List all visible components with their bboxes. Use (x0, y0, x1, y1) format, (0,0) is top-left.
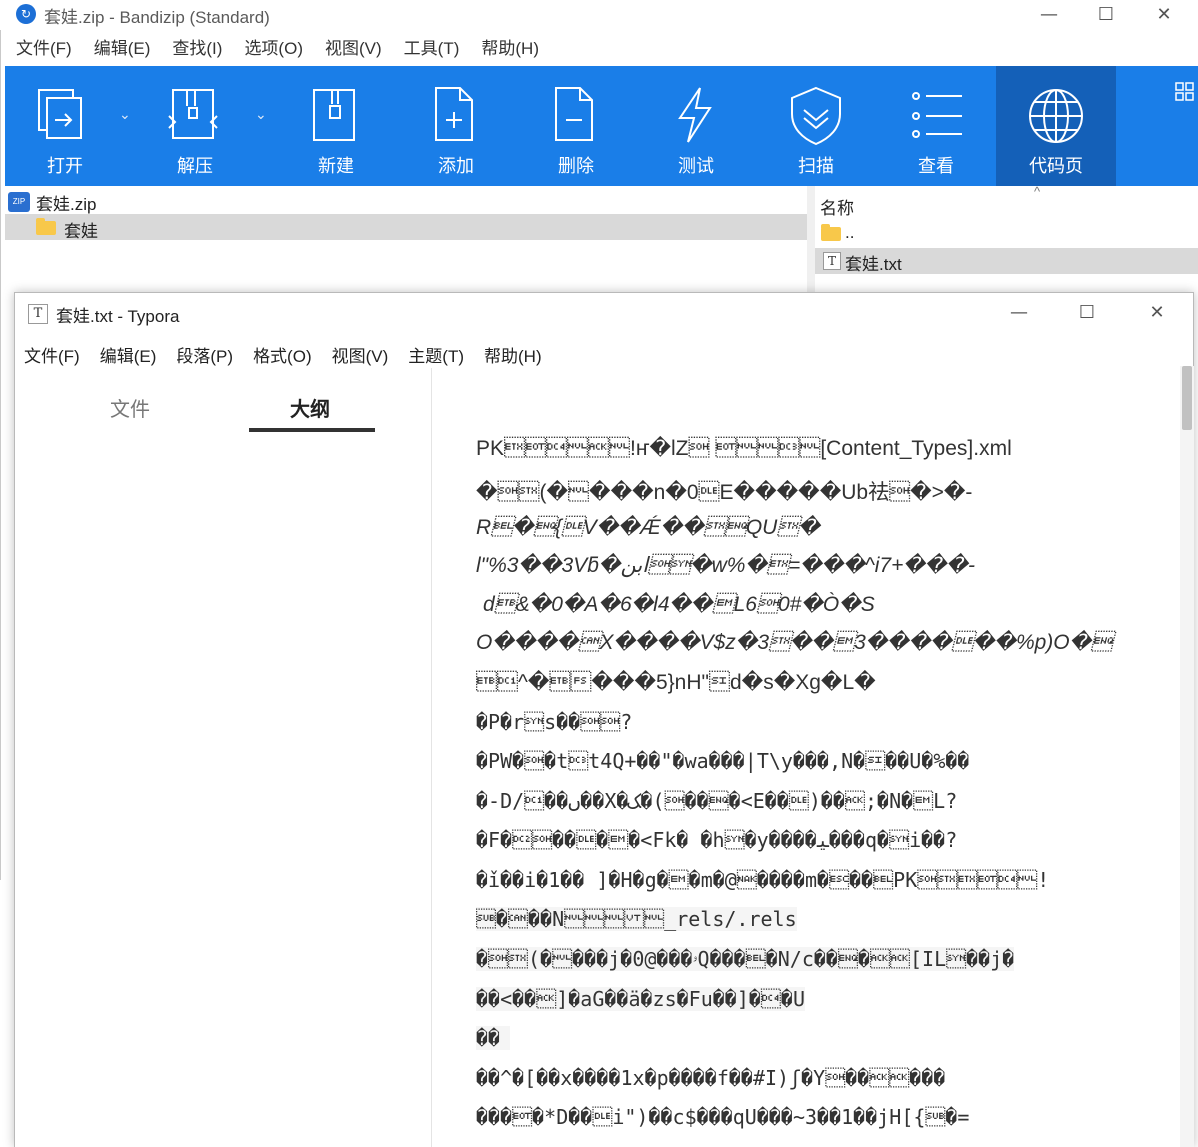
content-line: �ǐ��i�1�� ]�H�g��m�@����m���PK … (476, 868, 1050, 892)
ty-menu-paragraph[interactable]: 段落(P) (176, 342, 233, 367)
bz-menu-options[interactable]: 选项(O) (244, 34, 303, 59)
list-parent-folder-item[interactable]: .. (845, 223, 854, 243)
tree-folder-row[interactable] (5, 214, 807, 240)
toolbar-add-button[interactable]: 添加 (396, 66, 516, 186)
open-dropdown-chevron-icon[interactable]: ⌄ (119, 106, 131, 123)
content-line: �F�����<Fk� �h�y����ﯿ���q�i��? (476, 828, 958, 852)
content-line: d&�0�A�6�l4��L60#�Ò�S (483, 593, 875, 616)
shield-icon (791, 86, 841, 146)
content-line: �P�rs��? (476, 710, 633, 734)
ty-menu-file[interactable]: 文件(F) (24, 342, 80, 367)
toolbar-new-button[interactable]: 新建 (276, 66, 396, 186)
toolbar-view-label: 查看 (918, 156, 954, 176)
toolbar-view-button[interactable]: 查看 (876, 66, 996, 186)
content-line: ^� ���5}nH"d�s�Xg�L� (476, 671, 876, 694)
bz-menu-find[interactable]: 查找(I) (172, 34, 222, 59)
ty-menu-help[interactable]: 帮助(H) (484, 342, 542, 367)
content-line: �PW��tt4Q+��"�wa���|T\y���,N���U�%�� (476, 749, 970, 773)
bandizip-maximize-button[interactable]: ☐ (1077, 0, 1135, 30)
add-file-icon (435, 87, 473, 141)
content-line: ��<��]�aG��ä�zs�Fu��]��U (476, 987, 805, 1011)
sort-ascending-icon: ^ (1034, 184, 1041, 199)
content-line: ���N     _rels/.rels (476, 907, 797, 931)
bz-menu-tools[interactable]: 工具(T) (404, 34, 460, 59)
bz-menu-edit[interactable]: 编辑(E) (94, 34, 151, 59)
toolbar-test-label: 测试 (678, 156, 714, 176)
toolbar-open-label: 打开 (47, 156, 83, 176)
content-line: O����X����V$z�3��3������%p)O� (476, 631, 1113, 654)
editor-scrollbar-track[interactable] (1180, 366, 1194, 1147)
new-archive-icon (313, 89, 355, 141)
typora-minimize-button[interactable]: — (990, 298, 1048, 328)
delete-file-icon (555, 87, 593, 141)
lightning-icon (678, 87, 712, 143)
content-line: �-D/��ﮞ��X�ﮏ�(���<E��)��;�N�L? (476, 789, 958, 813)
toolbar-new-label: 新建 (318, 156, 354, 176)
list-view-icon (912, 92, 962, 138)
active-tab-indicator (249, 428, 375, 432)
text-file-icon: T (823, 252, 841, 270)
typora-menu-bar: 文件(F) 编辑(E) 段落(P) 格式(O) 视图(V) 主题(T) 帮助(H) (24, 342, 562, 367)
open-icon (38, 89, 82, 139)
content-line: PK  !ҥ�lZ    [Content_Types].xml (476, 437, 1012, 460)
bz-menu-view[interactable]: 视图(V) (325, 34, 382, 59)
toolbar-delete-button[interactable]: 删除 (516, 66, 636, 186)
content-line: R�{V��Ǽ��QU� (476, 516, 820, 539)
bz-menu-file[interactable]: 文件(F) (16, 34, 72, 59)
typora-app-icon: T (28, 304, 48, 324)
ty-menu-view[interactable]: 视图(V) (332, 342, 389, 367)
toolbar-add-label: 添加 (438, 156, 474, 176)
toolbar-test-button[interactable]: 测试 (636, 66, 756, 186)
content-line: �� (476, 1026, 511, 1050)
folder-icon (36, 218, 56, 235)
bandizip-toolbar: 打开 ⌄ 解压 ⌄ 新建 添加 删除 测试 扫描 查看 代码页 (5, 66, 1198, 186)
content-line: �(� ���n�0E�����Ub祛�>�- (476, 481, 973, 504)
toolbar-extract-label: 解压 (177, 156, 213, 176)
content-line: �(� ���j�0@���ۥQ����N/c���[IL��j� (476, 947, 1015, 971)
editor-scrollbar-thumb[interactable] (1182, 366, 1192, 430)
bandizip-window-title: 套娃.zip - Bandizip (Standard) (44, 8, 270, 27)
tree-root-zip[interactable]: 套娃.zip (36, 190, 96, 215)
tree-folder-label: 套娃 (64, 222, 98, 241)
toolbar-scan-label: 扫描 (798, 156, 834, 176)
extract-icon (168, 89, 218, 139)
toolbar-codepage-label: 代码页 (1029, 156, 1083, 176)
list-file-label: 套娃.txt (845, 255, 902, 274)
toolbar-open-button[interactable]: 打开 (5, 66, 125, 186)
toolbar-scan-button[interactable]: 扫描 (756, 66, 876, 186)
typora-window-title: 套娃.txt - Typora (56, 307, 180, 326)
ty-menu-theme[interactable]: 主题(T) (408, 342, 464, 367)
typora-sidebar (15, 368, 432, 1147)
content-line: ��^�[��x����1x�p����f��#I)ʃ�Y����� (476, 1066, 946, 1090)
typora-close-button[interactable]: ✕ (1128, 298, 1186, 328)
bandizip-menu-bar: 文件(F) 编辑(E) 查找(I) 选项(O) 视图(V) 工具(T) 帮助(H) (0, 34, 561, 66)
toolbar-delete-label: 删除 (558, 156, 594, 176)
content-line: l"%3��3Vƃ�ابن�w%�=���^i7+���- (476, 554, 975, 577)
bandizip-close-button[interactable]: ✕ (1135, 0, 1193, 30)
ty-menu-edit[interactable]: 编辑(E) (100, 342, 157, 367)
grid-icon[interactable] (1175, 82, 1195, 102)
content-line: ����*D��i")��c$���qU���~3��1��jH[{�= (476, 1105, 970, 1129)
list-column-name-header[interactable]: 名称 (820, 194, 854, 219)
typora-maximize-button[interactable]: ☐ (1058, 298, 1116, 328)
globe-icon (1029, 89, 1083, 143)
parent-folder-icon (821, 224, 841, 241)
zip-file-icon: ZIP (8, 192, 30, 212)
sidebar-tab-outline[interactable]: 大纲 (290, 393, 330, 422)
extract-dropdown-chevron-icon[interactable]: ⌄ (255, 106, 267, 123)
toolbar-codepage-button[interactable]: 代码页 (996, 66, 1116, 186)
toolbar-extract-button[interactable]: 解压 (135, 66, 255, 186)
bandizip-minimize-button[interactable]: — (1020, 0, 1078, 30)
ty-menu-format[interactable]: 格式(O) (253, 342, 312, 367)
sidebar-tab-files[interactable]: 文件 (110, 393, 150, 422)
bz-menu-help[interactable]: 帮助(H) (481, 34, 539, 59)
bandizip-logo-icon: ↻ (16, 4, 36, 24)
